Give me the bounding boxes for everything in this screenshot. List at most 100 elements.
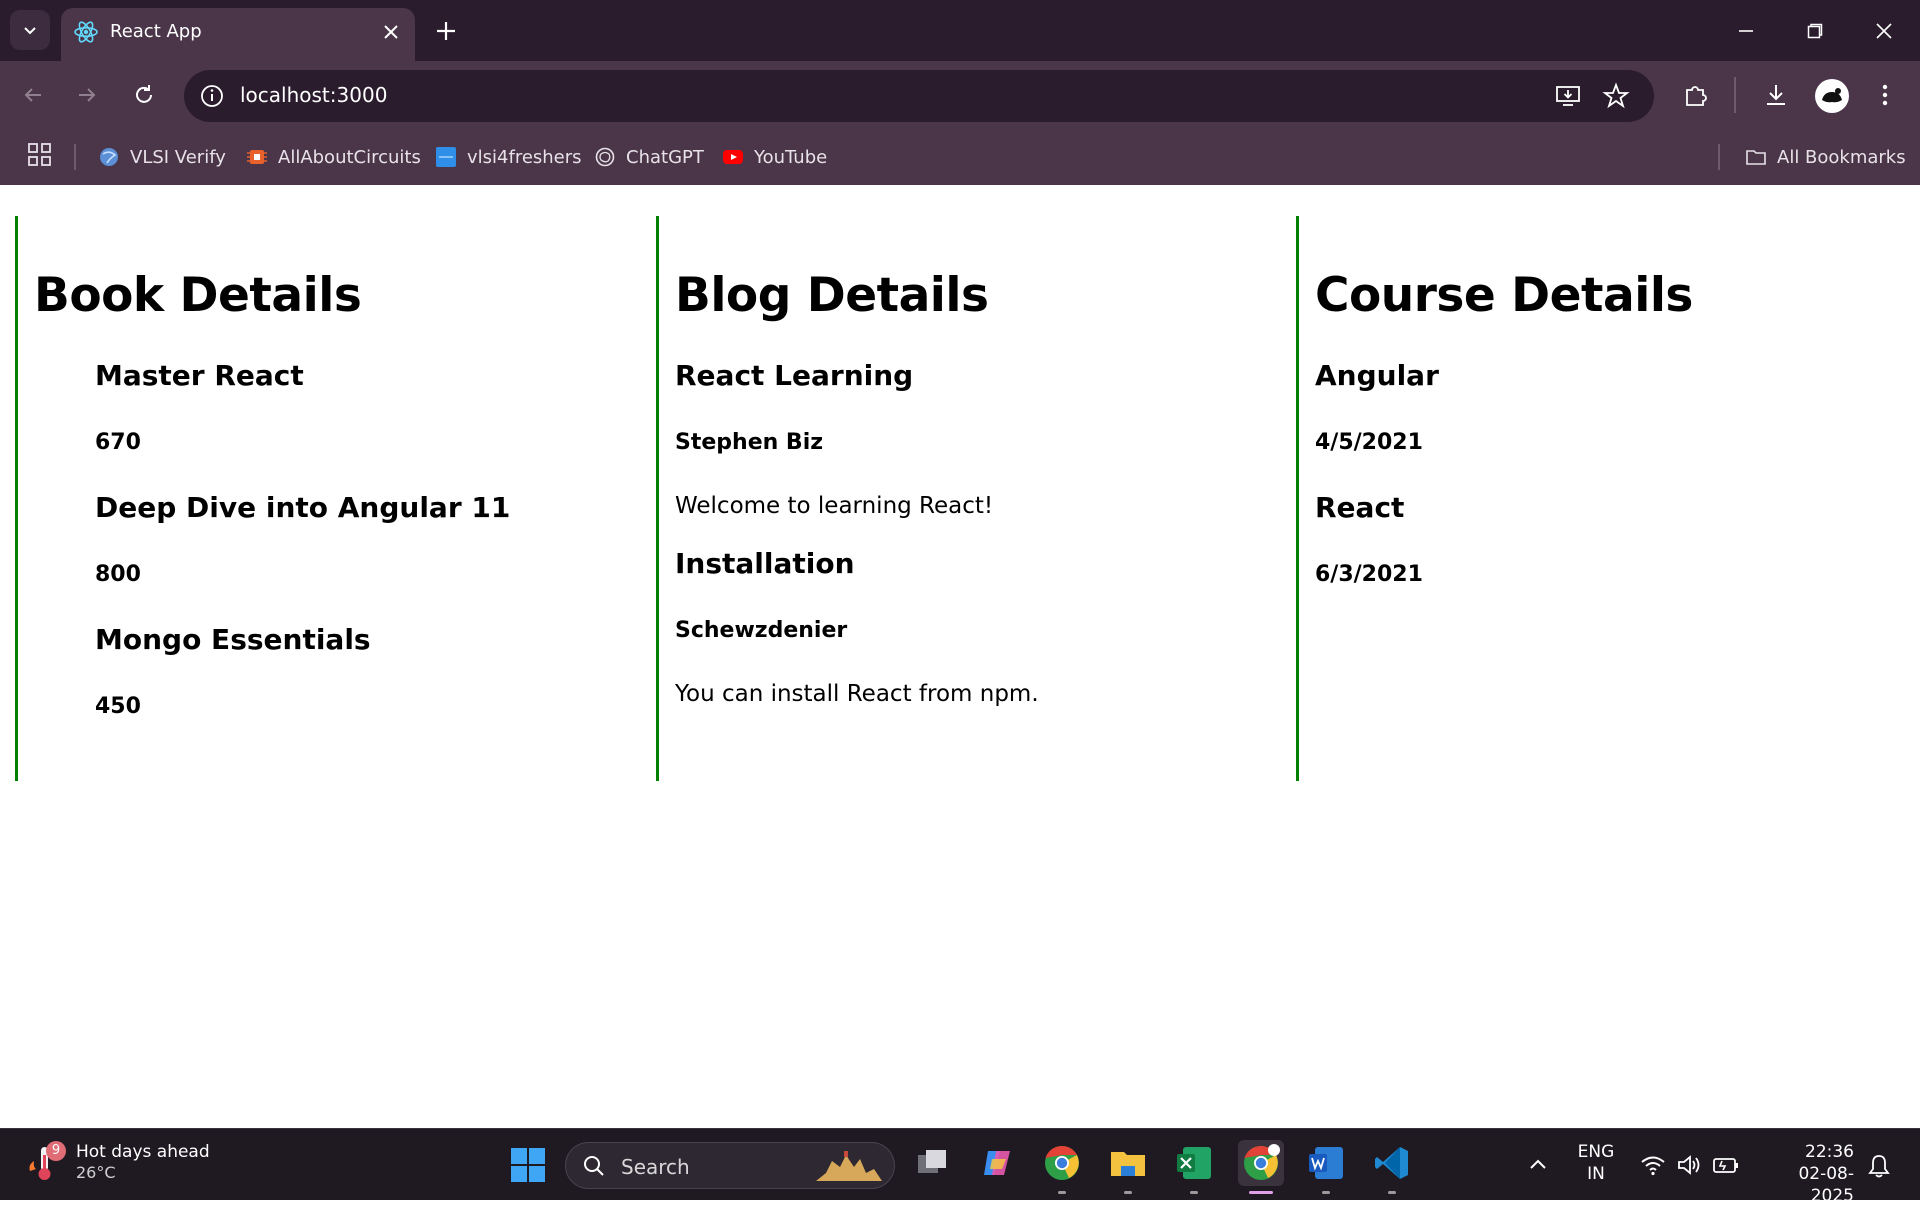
youtube-icon xyxy=(723,150,743,164)
search-placeholder: Search xyxy=(621,1155,690,1179)
minimize-button[interactable] xyxy=(1728,14,1764,48)
language-indicator[interactable]: ENG IN xyxy=(1576,1141,1616,1185)
file-explorer-button[interactable] xyxy=(1108,1143,1148,1183)
weather-temp: 26°C xyxy=(76,1163,116,1182)
reload-button[interactable] xyxy=(126,77,162,113)
book-details-heading: Book Details xyxy=(34,268,362,323)
bookmark-vlsi-verify[interactable]: VLSI Verify xyxy=(98,142,226,172)
profile-avatar[interactable] xyxy=(1815,79,1849,113)
windows-start-icon[interactable] xyxy=(510,1147,546,1183)
bookmark-label: VLSI Verify xyxy=(130,146,226,168)
bookmark-allaboutcircuits[interactable]: AllAboutCircuits xyxy=(246,142,421,172)
running-indicator xyxy=(1388,1191,1396,1194)
blog-details-heading: Blog Details xyxy=(675,268,989,323)
chrome-icon xyxy=(1045,1145,1079,1180)
wifi-icon[interactable] xyxy=(1640,1153,1666,1177)
book-price: 670 xyxy=(95,430,141,455)
search-icon xyxy=(584,1156,604,1176)
bookmark-youtube[interactable]: YouTube xyxy=(722,142,827,172)
all-bookmarks-button[interactable]: All Bookmarks xyxy=(1745,142,1906,172)
all-bookmarks-label: All Bookmarks xyxy=(1777,146,1906,168)
volume-icon[interactable] xyxy=(1676,1153,1702,1177)
clock-time: 22:36 xyxy=(1805,1142,1854,1162)
book-title: Deep Dive into Angular 11 xyxy=(95,491,511,524)
bookmarks-divider-right xyxy=(1718,144,1720,170)
chrome-app-button[interactable] xyxy=(1042,1143,1082,1183)
close-window-button[interactable] xyxy=(1866,14,1902,48)
language-code: ENG xyxy=(1577,1142,1615,1162)
windows-taskbar: 9 Hot days ahead 26°C Search ENG IN 22:3… xyxy=(0,1128,1920,1206)
chevron-up-icon[interactable] xyxy=(1526,1153,1550,1177)
copilot-button[interactable] xyxy=(978,1143,1018,1183)
bookmarks-bar: VLSI Verify AllAboutCircuits vlsi4freshe… xyxy=(0,130,1920,185)
book-price: 800 xyxy=(95,562,141,587)
battery-icon[interactable] xyxy=(1712,1153,1740,1177)
chip-icon xyxy=(247,150,267,164)
running-indicator xyxy=(1058,1191,1066,1194)
tab-react-app[interactable]: React App xyxy=(61,8,415,61)
bookmark-label: AllAboutCircuits xyxy=(278,146,421,168)
course-name: React xyxy=(1315,491,1405,524)
tab-title: React App xyxy=(110,21,202,42)
bookmark-star-icon[interactable] xyxy=(1602,82,1630,110)
back-button[interactable] xyxy=(15,77,51,113)
notifications-icon[interactable] xyxy=(1866,1153,1892,1179)
blog-content: Welcome to learning React! xyxy=(675,493,994,519)
task-view-icon xyxy=(918,1150,946,1173)
active-indicator xyxy=(1249,1191,1273,1194)
book-price: 450 xyxy=(95,694,141,719)
taskbar-search[interactable]: Search xyxy=(565,1142,895,1189)
browser-menu-button[interactable] xyxy=(1868,78,1902,112)
weather-title: Hot days ahead xyxy=(76,1142,210,1162)
book-title: Mongo Essentials xyxy=(95,623,371,656)
bookmark-vlsi4freshers[interactable]: vlsi4freshers xyxy=(435,142,582,172)
new-tab-icon[interactable] xyxy=(432,17,460,45)
blog-author: Schewzdenier xyxy=(675,618,848,643)
chatgpt-icon xyxy=(595,147,615,167)
vscode-button[interactable] xyxy=(1372,1143,1412,1183)
thermometer-icon: 9 xyxy=(26,1141,66,1185)
restore-button[interactable] xyxy=(1797,14,1833,48)
book-title: Master React xyxy=(95,359,304,392)
word-icon xyxy=(1309,1147,1343,1179)
chevron-down-icon xyxy=(24,27,36,35)
chrome-profile-button[interactable] xyxy=(1238,1140,1284,1186)
downloads-button[interactable] xyxy=(1759,78,1793,112)
close-tab-icon[interactable] xyxy=(379,20,403,44)
extensions-button[interactable] xyxy=(1679,78,1713,112)
bookmark-label: vlsi4freshers xyxy=(467,146,582,168)
back-arrow-icon xyxy=(24,88,41,102)
url-text[interactable]: localhost:3000 xyxy=(240,83,387,107)
task-view-button[interactable] xyxy=(912,1143,952,1183)
running-indicator xyxy=(1322,1191,1330,1194)
running-indicator xyxy=(1190,1191,1198,1194)
apps-grid-icon[interactable] xyxy=(26,141,54,169)
clock[interactable]: 22:36 02-08-2025 xyxy=(1760,1141,1854,1207)
kebab-menu-icon xyxy=(1882,84,1888,106)
running-indicator xyxy=(1124,1191,1132,1194)
bookmark-chatgpt[interactable]: ChatGPT xyxy=(594,142,704,172)
copilot-icon xyxy=(984,1151,1010,1175)
weather-widget[interactable]: 9 Hot days ahead 26°C xyxy=(26,1141,210,1185)
blog-author: Stephen Biz xyxy=(675,430,824,455)
clock-date: 02-08-2025 xyxy=(1798,1164,1854,1206)
excel-button[interactable] xyxy=(1174,1143,1214,1183)
vscode-icon xyxy=(1375,1147,1408,1179)
address-bar[interactable]: localhost:3000 xyxy=(184,70,1654,122)
puzzle-icon xyxy=(1686,86,1707,106)
tab-search-button[interactable] xyxy=(10,10,50,50)
course-name: Angular xyxy=(1315,359,1439,392)
site-info-icon[interactable] xyxy=(198,82,226,110)
restore-icon xyxy=(1807,23,1823,39)
install-app-icon[interactable] xyxy=(1554,82,1582,110)
book-details-section: Book Details Master React 670 Deep Dive … xyxy=(15,216,655,781)
folder-icon xyxy=(1746,150,1766,165)
minimize-icon xyxy=(1739,30,1753,32)
reload-icon xyxy=(136,85,152,103)
word-button[interactable] xyxy=(1306,1143,1346,1183)
toolbar-divider xyxy=(1734,77,1736,113)
forward-button[interactable] xyxy=(69,77,105,113)
close-icon xyxy=(1876,23,1892,39)
book-list: Master React 670 Deep Dive into Angular … xyxy=(34,359,655,719)
course-details-heading: Course Details xyxy=(1315,268,1693,323)
